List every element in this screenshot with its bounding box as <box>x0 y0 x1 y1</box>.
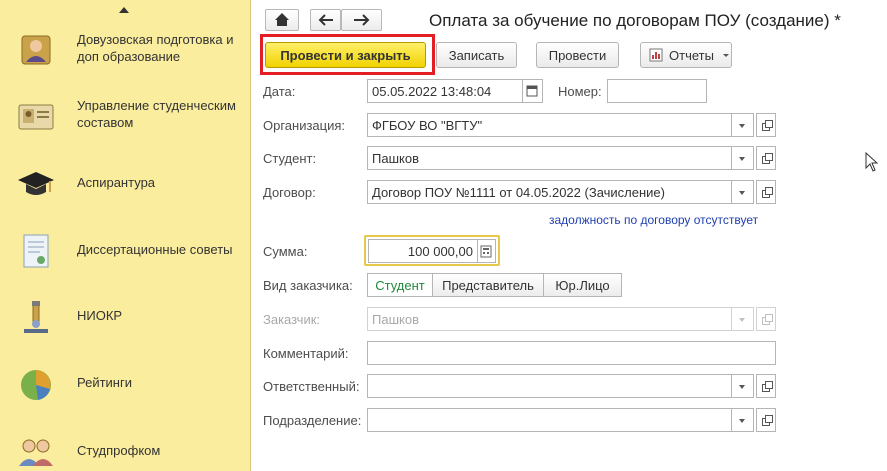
student-field[interactable]: Пашков <box>367 146 732 170</box>
sidebar-item-label: Довузовская подготовка и доп образование <box>77 32 234 64</box>
reports-label: Отчеты <box>669 47 714 63</box>
debt-status-link[interactable]: задолжность по договору отсутствует <box>549 213 758 227</box>
arrow-right-icon <box>354 14 370 26</box>
comment-label: Комментарий: <box>263 345 349 361</box>
contract-dropdown[interactable] <box>732 180 754 204</box>
customer-field: Пашков <box>367 307 732 331</box>
mouse-cursor-icon <box>865 152 879 172</box>
calendar-icon <box>526 85 538 97</box>
save-button[interactable]: Записать <box>436 42 517 68</box>
pie-chart-icon <box>21 370 51 400</box>
sidebar-item-preuniversity[interactable]: Довузовская подготовка и доп образование <box>0 18 251 78</box>
sections-sidebar: Довузовская подготовка и доп образование… <box>0 0 251 471</box>
contract-label: Договор: <box>263 184 316 200</box>
responsible-dropdown[interactable] <box>732 374 754 398</box>
organization-open-icon[interactable] <box>756 113 776 137</box>
calculator-icon <box>480 245 492 258</box>
sidebar-item-niokr[interactable]: НИОКР <box>0 285 251 345</box>
responsible-open-icon[interactable] <box>756 374 776 398</box>
sidebar-item-ratings[interactable]: Рейтинги <box>0 352 251 412</box>
customer-type-student[interactable]: Студент <box>367 273 433 297</box>
graduation-cap-icon <box>18 172 54 195</box>
organization-label: Организация: <box>263 117 346 133</box>
customer-open-icon <box>756 307 776 331</box>
post-and-close-button[interactable]: Провести и закрыть <box>265 42 426 68</box>
number-label: Номер: <box>558 83 602 99</box>
microscope-icon <box>24 301 48 333</box>
student-label: Студент: <box>263 150 317 166</box>
responsible-label: Ответственный: <box>263 378 360 394</box>
diploma-document-icon <box>23 234 49 268</box>
sidebar-item-students[interactable]: Управление студенческим составом <box>0 84 251 144</box>
number-field[interactable] <box>607 79 707 103</box>
contract-field[interactable]: Договор ПОУ №1111 от 04.05.2022 (Зачисле… <box>367 180 732 204</box>
home-button[interactable] <box>265 9 299 31</box>
reports-button[interactable]: Отчеты <box>640 42 732 68</box>
sidebar-item-postgraduate[interactable]: Аспирантура <box>0 152 251 212</box>
post-button[interactable]: Провести <box>536 42 619 68</box>
date-label: Дата: <box>263 83 296 99</box>
calendar-button[interactable] <box>523 79 543 103</box>
department-open-icon[interactable] <box>756 408 776 432</box>
responsible-field[interactable] <box>367 374 732 398</box>
sidebar-item-dissertation-councils[interactable]: Диссертационные советы <box>0 219 251 279</box>
sidebar-item-label: Аспирантура <box>77 174 156 190</box>
amount-label: Сумма: <box>263 243 308 259</box>
organization-field[interactable]: ФГБОУ ВО "ВГТУ" <box>367 113 732 137</box>
calculator-button[interactable] <box>478 239 496 263</box>
student-card-icon <box>18 104 54 130</box>
organization-dropdown[interactable] <box>732 113 754 137</box>
department-field[interactable] <box>367 408 732 432</box>
report-icon <box>649 48 663 62</box>
student-person-icon <box>21 35 51 65</box>
document-form: Оплата за обучение по договорам ПОУ (соз… <box>251 0 887 471</box>
customer-type-representative[interactable]: Представитель <box>433 273 544 297</box>
sidebar-item-label: Диссертационные советы <box>77 241 233 257</box>
sidebar-item-label: Управление студенческим составом <box>77 98 236 130</box>
student-dropdown[interactable] <box>732 146 754 170</box>
sidebar-item-label: НИОКР <box>77 307 123 323</box>
department-label: Подразделение: <box>263 412 362 428</box>
chevron-down-icon <box>722 54 729 57</box>
people-group-icon <box>19 439 53 466</box>
customer-type-label: Вид заказчика: <box>263 277 353 293</box>
page-title: Оплата за обучение по договорам ПОУ (соз… <box>429 11 841 30</box>
amount-field[interactable]: 100 000,00 <box>368 239 478 263</box>
student-open-icon[interactable] <box>756 146 776 170</box>
comment-field[interactable] <box>367 341 776 365</box>
date-field[interactable]: 05.05.2022 13:48:04 <box>367 79 523 103</box>
back-button[interactable] <box>310 9 341 31</box>
sidebar-item-label: Студпрофком <box>77 442 161 458</box>
contract-open-icon[interactable] <box>756 180 776 204</box>
sidebar-item-studprofkom[interactable]: Студпрофком <box>0 420 251 471</box>
customer-dropdown <box>732 307 754 331</box>
customer-label: Заказчик: <box>263 311 321 327</box>
customer-type-legal-entity[interactable]: Юр.Лицо <box>544 273 622 297</box>
department-dropdown[interactable] <box>732 408 754 432</box>
forward-button[interactable] <box>341 9 382 31</box>
sidebar-item-label: Рейтинги <box>77 374 132 390</box>
home-icon <box>275 13 289 26</box>
arrow-left-icon <box>318 14 333 26</box>
